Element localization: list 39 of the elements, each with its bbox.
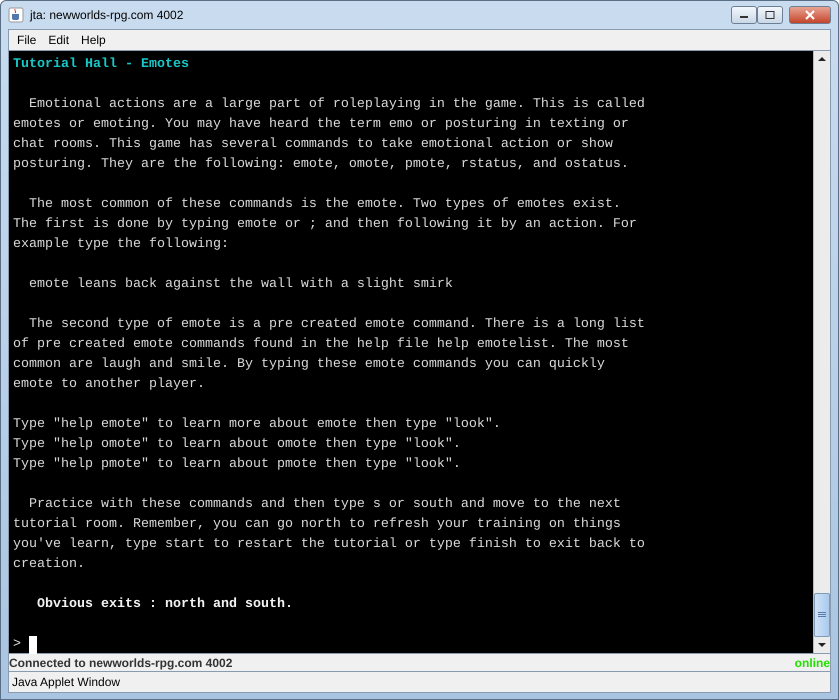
terminal-line: Obvious exits : north and south. <box>36 596 294 614</box>
menu-item[interactable]: File <box>11 33 42 47</box>
terminal-line: Emotional actions are a large part of roleplaying in the game. This is called <box>28 96 646 114</box>
terminal-line: The second type of emote is a pre created emote command. There is a long list <box>28 316 646 334</box>
terminal-line: creation. <box>13 556 86 574</box>
maximize-button[interactable] <box>757 6 783 24</box>
grip-icon <box>818 612 826 618</box>
close-icon <box>804 10 816 20</box>
online-status: online <box>794 656 830 670</box>
terminal-line: posturing. They are the following: emote, omote, pmote, rstatus, and ostatus. <box>13 156 630 174</box>
minimize-button[interactable] <box>731 6 757 24</box>
menu-item[interactable]: Edit <box>42 33 76 47</box>
terminal-line: of pre created emote commands found in the help file help emotelist. The most <box>13 336 630 354</box>
terminal-line: emotes or emoting. You may have heard the term emo or posturing in texting or <box>13 116 630 134</box>
terminal-line: Type "help omote" to learn about omote then type "look". <box>13 436 462 454</box>
terminal-line: Practice with these commands and then type s or south and move to the next <box>28 496 622 514</box>
terminal-line: The first is done by typing emote or ; and then following it by an action. For <box>13 216 638 234</box>
terminal-line: Type "help pmote" to learn about pmote then type "look". <box>13 456 462 474</box>
connection-status: Connected to newworlds-rpg.com 4002 <box>9 656 232 670</box>
scrollbar[interactable] <box>813 51 830 653</box>
prompt: > <box>13 636 21 654</box>
coffee-cup-icon <box>8 7 24 23</box>
terminal-line: emote leans back against the wall with a slight smirk <box>28 276 454 294</box>
terminal-line: common are laugh and smile. By typing these emote commands you can quickly <box>13 356 606 374</box>
window-title: jta: newworlds-rpg.com 4002 <box>30 8 184 22</box>
maximize-icon <box>765 11 775 19</box>
menu-item[interactable]: Help <box>75 33 112 47</box>
close-button[interactable] <box>789 6 831 24</box>
terminal-line: emote to another player. <box>13 376 206 394</box>
text-cursor <box>29 636 37 654</box>
room-title: Tutorial Hall - Emotes <box>13 56 190 74</box>
scroll-thumb[interactable] <box>814 593 830 637</box>
terminal-line: example type the following: <box>13 236 230 254</box>
terminal-line: chat rooms. This game has several commands to take emotional action or show <box>13 136 614 154</box>
terminal-line: tutorial room. Remember, you can go north to refresh your training on things <box>13 516 622 534</box>
applet-warning: Java Applet Window <box>8 671 831 693</box>
terminal-line: Type "help emote" to learn more about emote then type "look". <box>13 416 502 434</box>
terminal-line: you've learn, type start to restart the tutorial or type finish to exit back to <box>13 536 646 554</box>
terminal-line: The most common of these commands is the emote. Two types of emotes exist. <box>28 196 622 214</box>
